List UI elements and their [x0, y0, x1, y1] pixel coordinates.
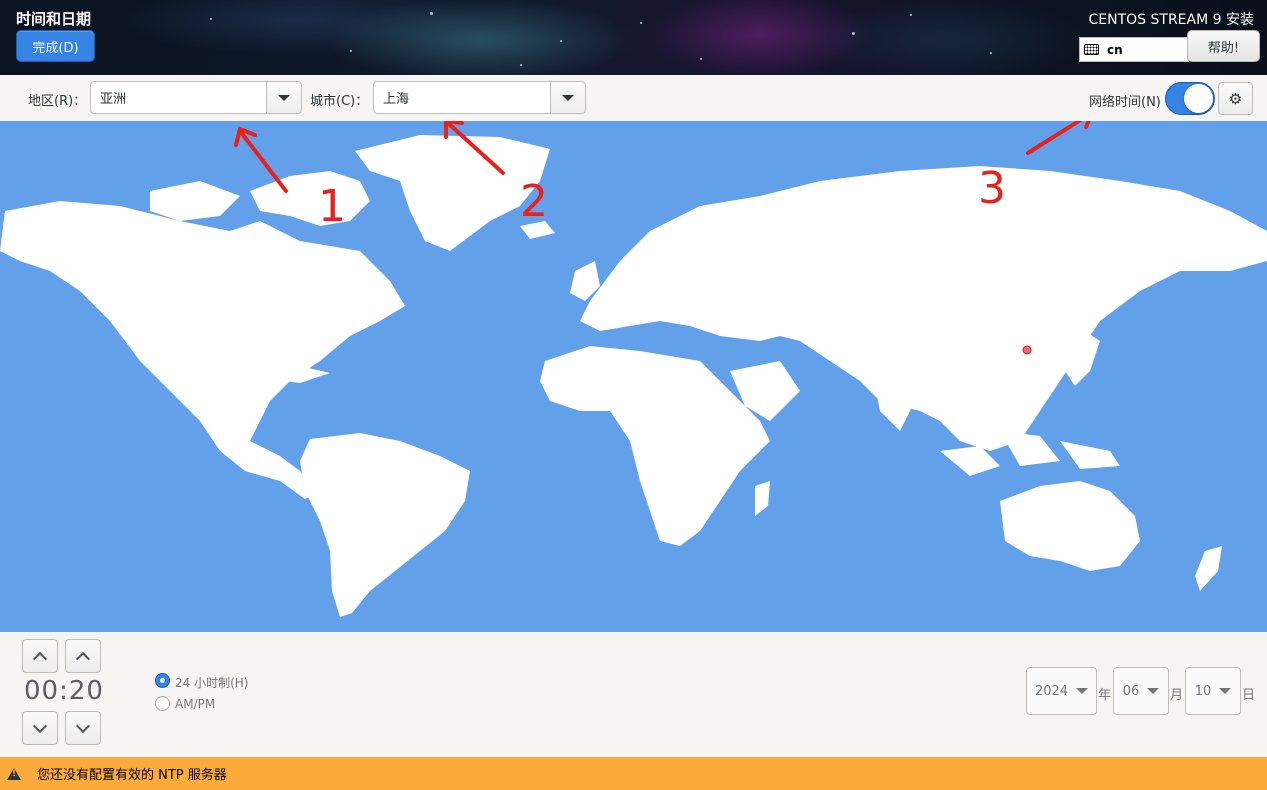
- chevron-up-icon: [32, 651, 48, 666]
- world-map-graphic: 1 2 3: [0, 121, 1267, 617]
- year-value: 2024: [1034, 683, 1069, 699]
- chevron-down-icon: [562, 94, 574, 101]
- format-24h-radio[interactable]: [155, 673, 170, 688]
- format-ampm-label: AM/PM: [175, 697, 216, 711]
- keyboard-icon: [1084, 44, 1099, 55]
- keyboard-layout-indicator[interactable]: cn: [1079, 37, 1189, 62]
- warning-icon: [7, 767, 21, 780]
- minute-up-button[interactable]: [65, 639, 101, 673]
- help-button[interactable]: 帮助!: [1187, 30, 1260, 62]
- warning-text: 您还没有配置有效的 NTP 服务器: [37, 768, 227, 783]
- minute-down-button[interactable]: [65, 711, 101, 745]
- time-display: 00:20: [24, 676, 104, 706]
- header-bar: 时间和日期 完成(D) CENTOS STREAM 9 安装 cn 帮助!: [0, 0, 1267, 75]
- year-combo[interactable]: 2024: [1026, 667, 1097, 715]
- chevron-down-icon: [32, 718, 48, 733]
- warning-bar: 您还没有配置有效的 NTP 服务器: [0, 757, 1267, 790]
- day-unit-label: 日: [1242, 688, 1256, 703]
- city-dropdown-button[interactable]: [550, 82, 585, 113]
- month-value: 06: [1122, 683, 1140, 699]
- region-dropdown-button[interactable]: [266, 82, 301, 113]
- chevron-up-icon: [75, 651, 91, 666]
- ntp-settings-button[interactable]: ⚙: [1218, 82, 1253, 115]
- city-label: 城市(C)：: [310, 94, 369, 109]
- annotation-1: 1: [318, 181, 346, 232]
- keyboard-layout-label: cn: [1107, 42, 1123, 57]
- chevron-down-icon: [75, 718, 91, 733]
- format-24h-label: 24 小时制(H): [175, 676, 249, 690]
- city-value: 上海: [383, 92, 410, 107]
- timezone-map[interactable]: 1 2 3: [0, 121, 1267, 632]
- year-unit-label: 年: [1098, 688, 1112, 703]
- done-button[interactable]: 完成(D): [16, 30, 95, 62]
- network-time-switch[interactable]: [1165, 82, 1215, 115]
- chevron-down-icon: [1076, 688, 1089, 694]
- month-unit-label: 月: [1170, 688, 1184, 703]
- day-value: 10: [1194, 683, 1212, 699]
- chevron-down-icon: [278, 94, 290, 101]
- chevron-down-icon: [1147, 688, 1160, 694]
- location-marker: [1022, 345, 1032, 355]
- gear-icon: ⚙: [1228, 89, 1243, 108]
- city-combo[interactable]: 上海: [373, 81, 586, 114]
- region-combo[interactable]: 亚洲: [90, 81, 302, 114]
- page-title: 时间和日期: [16, 10, 92, 28]
- region-value: 亚洲: [100, 92, 127, 107]
- format-ampm-radio[interactable]: [155, 696, 170, 711]
- annotation-3: 3: [978, 163, 1006, 214]
- switch-knob: [1184, 84, 1213, 113]
- region-label: 地区(R)：: [28, 94, 87, 109]
- day-combo[interactable]: 10: [1185, 667, 1241, 715]
- chevron-down-icon: [1219, 688, 1232, 694]
- month-combo[interactable]: 06: [1113, 667, 1169, 715]
- hour-up-button[interactable]: [22, 639, 58, 673]
- network-time-label: 网络时间(N): [1089, 95, 1161, 110]
- hour-down-button[interactable]: [22, 711, 58, 745]
- product-title: CENTOS STREAM 9 安装: [1088, 12, 1254, 28]
- annotation-2: 2: [520, 176, 548, 227]
